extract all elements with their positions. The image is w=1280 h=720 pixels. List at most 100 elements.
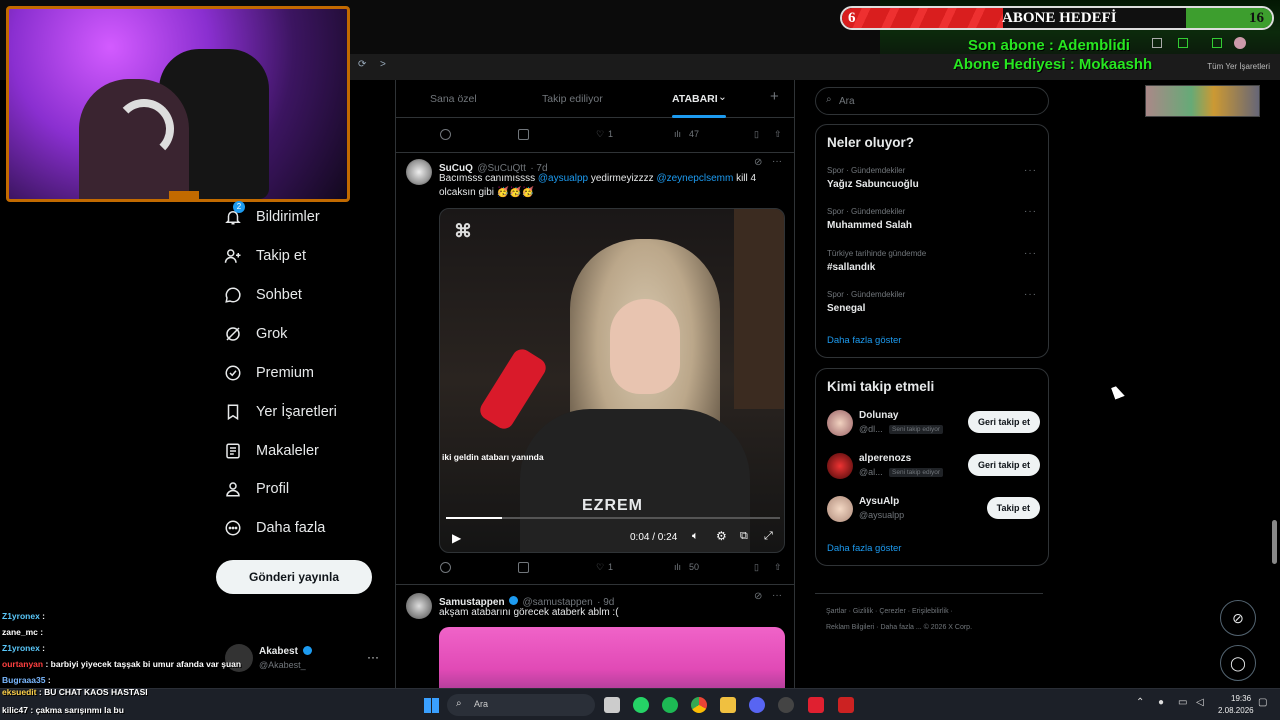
taskbar-search[interactable]: ⌕ Ara xyxy=(447,694,595,716)
grok-icon[interactable]: ⊘ xyxy=(754,157,762,168)
suggestion-avatar[interactable] xyxy=(827,496,853,522)
nav-profile[interactable]: Profil xyxy=(224,471,289,507)
nav-follow[interactable]: Takip et xyxy=(224,238,306,274)
follow-show-more[interactable]: Daha fazla göster xyxy=(827,543,901,554)
share-icon[interactable]: ⇧ xyxy=(774,129,782,140)
footer-link[interactable]: Daha fazla ... xyxy=(880,624,921,631)
pip-icon[interactable]: ⧉ xyxy=(740,530,748,543)
nav-grok[interactable]: Grok xyxy=(224,316,287,352)
retweet-icon[interactable] xyxy=(518,129,529,140)
follow-button[interactable]: Takip et xyxy=(986,497,1040,519)
like-icon[interactable]: ♡ xyxy=(596,562,604,573)
tab-following[interactable]: Takip ediliyor xyxy=(542,93,603,105)
task-view-icon[interactable] xyxy=(604,697,620,713)
bookmark-icon[interactable]: ▯ xyxy=(754,562,759,573)
reply-icon[interactable] xyxy=(440,129,451,140)
app-icon[interactable] xyxy=(838,697,854,713)
steam-icon[interactable] xyxy=(778,697,794,713)
tweet-more-icon[interactable]: ··· xyxy=(772,156,782,167)
tweet-avatar[interactable] xyxy=(406,593,432,619)
tray-chevron-up-icon[interactable]: ⌃ xyxy=(1136,697,1144,708)
follow-suggestion[interactable]: Dolunay @dl... Seni takip ediyor Geri ta… xyxy=(816,405,1050,445)
footer-link[interactable]: Gizlilik xyxy=(853,608,873,615)
grok-float-button[interactable]: ⊘ xyxy=(1220,600,1256,636)
follow-suggestion[interactable]: alperenozs @al... Seni takip ediyor Geri… xyxy=(816,449,1050,489)
footer-link[interactable]: Şartlar xyxy=(826,608,847,615)
discord-icon[interactable] xyxy=(749,697,765,713)
follow-suggestion[interactable]: AysuAlp @aysualpp Takip et xyxy=(816,492,1050,532)
settings-gear-icon[interactable]: ⚙ xyxy=(716,529,727,543)
tab-atabari[interactable]: ATABARI xyxy=(672,93,718,105)
tweet-more-icon[interactable]: ··· xyxy=(772,590,782,601)
nav-more[interactable]: Daha fazla xyxy=(224,510,325,546)
suggestion-name[interactable]: alperenozs xyxy=(859,453,911,464)
footer-link[interactable]: Çerezler xyxy=(879,608,905,615)
nav-chat[interactable]: Sohbet xyxy=(224,277,302,313)
tweet-avatar[interactable] xyxy=(406,159,432,185)
footer-link[interactable]: Erişilebilirlik xyxy=(912,608,949,615)
retweet-icon[interactable] xyxy=(518,562,529,573)
suggestion-name[interactable]: AysuAlp xyxy=(859,496,899,507)
trends-show-more[interactable]: Daha fazla göster xyxy=(827,335,901,346)
trend-more-icon[interactable]: ··· xyxy=(1024,248,1037,259)
trend-more-icon[interactable]: ··· xyxy=(1024,289,1037,300)
mention-link[interactable]: @zeynepclsemm xyxy=(656,173,733,184)
whatsapp-icon[interactable] xyxy=(633,697,649,713)
post-button[interactable]: Gönderi yayınla xyxy=(216,560,372,594)
share-icon[interactable]: ⇧ xyxy=(774,562,782,573)
network-icon[interactable]: ▭ xyxy=(1178,697,1187,708)
notification-icon[interactable]: ▢ xyxy=(1258,697,1267,708)
bookmarks-folder-label[interactable]: Tüm Yer İşaretleri xyxy=(1207,62,1270,71)
extension-icon[interactable] xyxy=(1178,38,1188,48)
mic-icon[interactable]: ● xyxy=(1158,697,1164,708)
video-progress-track[interactable] xyxy=(446,517,780,519)
clock-time[interactable]: 19:36 xyxy=(1231,694,1251,703)
trend-more-icon[interactable]: ··· xyxy=(1024,165,1037,176)
trend-more-icon[interactable]: ··· xyxy=(1024,206,1037,217)
spotify-icon[interactable] xyxy=(662,697,678,713)
follow-back-button[interactable]: Geri takip et xyxy=(967,454,1040,476)
clock-date[interactable]: 2.08.2026 xyxy=(1218,706,1254,715)
add-tab-icon[interactable]: + xyxy=(770,88,779,105)
messages-float-button[interactable]: ◯ xyxy=(1220,645,1256,681)
nav-forward-icon[interactable]: > xyxy=(380,59,386,70)
mention-link[interactable]: @aysualpp xyxy=(538,173,588,184)
volume-icon[interactable]: 🔈︎ xyxy=(692,530,699,543)
app-icon[interactable] xyxy=(808,697,824,713)
page-scrollbar[interactable] xyxy=(1272,520,1277,564)
extension-icon[interactable] xyxy=(1212,38,1222,48)
account-more-icon[interactable]: ··· xyxy=(367,650,379,664)
play-icon[interactable]: ▶ xyxy=(452,531,461,545)
tweet[interactable]: Samustappen @samustappen · 9d ⊘ ··· akşa… xyxy=(396,585,794,688)
suggestion-avatar[interactable] xyxy=(827,410,853,436)
chrome-icon[interactable] xyxy=(691,697,707,713)
chevron-down-icon[interactable]: ⌄ xyxy=(718,91,727,103)
profile-avatar[interactable] xyxy=(1234,37,1246,49)
nav-notifications[interactable]: 2 Bildirimler xyxy=(224,199,320,235)
tweet-image[interactable] xyxy=(439,627,785,688)
bookmark-icon[interactable]: ▯ xyxy=(754,129,759,140)
follow-back-button[interactable]: Geri takip et xyxy=(967,411,1040,433)
grok-icon[interactable]: ⊘ xyxy=(754,591,762,602)
suggestion-avatar[interactable] xyxy=(827,453,853,479)
folder-icon[interactable] xyxy=(720,697,736,713)
nav-bookmarks[interactable]: Yer İşaretleri xyxy=(224,394,337,430)
suggestion-name[interactable]: Dolunay xyxy=(859,410,898,421)
nav-articles[interactable]: Makaleler xyxy=(224,433,319,469)
tweet[interactable]: SuCuQ @SuCuQtt · 7d ⊘ ··· Bacımsss canım… xyxy=(396,153,794,585)
search-box[interactable]: ⌕ Ara xyxy=(815,87,1049,115)
like-icon[interactable]: ♡ xyxy=(596,129,604,140)
views-icon[interactable]: ılı xyxy=(674,562,681,572)
tab-for-you[interactable]: Sana özel xyxy=(430,93,477,105)
extension-icon[interactable] xyxy=(1152,38,1162,48)
fullscreen-icon[interactable]: ⤢ xyxy=(764,530,773,543)
nav-premium[interactable]: Premium xyxy=(224,355,314,391)
reply-icon[interactable] xyxy=(440,562,451,573)
footer-link[interactable]: Reklam Bilgileri xyxy=(826,624,874,631)
tweet-video[interactable]: ⌘ iki geldin atabarı yanında EZREM ▶ 0:0… xyxy=(439,208,785,553)
volume-icon[interactable]: ◁ xyxy=(1196,697,1204,708)
search-input[interactable]: Ara xyxy=(839,96,855,107)
nav-back-icon[interactable]: ⟳ xyxy=(358,59,366,70)
windows-start-icon[interactable] xyxy=(424,698,439,713)
views-icon[interactable]: ılı xyxy=(674,129,681,139)
